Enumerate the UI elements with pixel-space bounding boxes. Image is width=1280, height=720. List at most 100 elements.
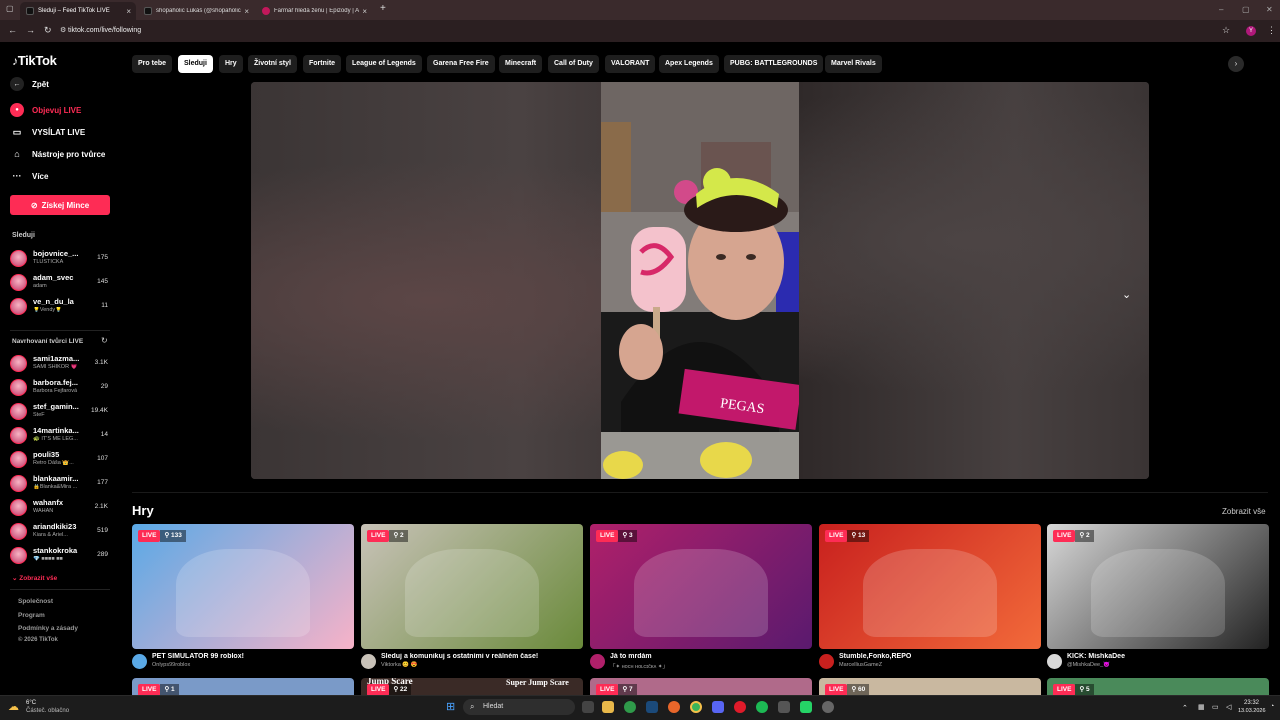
category-chip[interactable]: Sleduji [178, 55, 213, 73]
live-card-info[interactable]: Já to mrdám 「✦ ʜᴏᴄʜ ʜᴏʟᴄɪčᴋᴀ ✦」 [590, 652, 812, 672]
bookmark-star-icon[interactable]: ☆ [1222, 25, 1230, 36]
browser-menu-icon[interactable]: ▢ [6, 4, 14, 13]
live-card-info[interactable]: KICK: MishkaDee @MishkaDee_😈 [1047, 652, 1269, 672]
games-show-all-link[interactable]: Zobrazit vše [1222, 507, 1266, 516]
forward-icon[interactable]: → [26, 25, 35, 35]
account-subtitle: adam [33, 283, 47, 289]
account-item[interactable]: bojovnice_... TLUSTIČKA 175 [10, 248, 110, 270]
opera-icon[interactable] [734, 701, 746, 713]
category-chip[interactable]: PUBG: BATTLEGROUNDS [724, 55, 824, 73]
category-chip[interactable]: Hry [219, 55, 243, 73]
site-info-icon[interactable]: ⚙ [60, 26, 66, 34]
new-tab-button[interactable]: + [380, 3, 386, 14]
category-chip[interactable]: Životní styl [248, 55, 297, 73]
live-card[interactable]: Jump Scare Super Jump Scare LIVE ⚲ 22 [361, 678, 583, 695]
firefox-icon[interactable] [668, 701, 680, 713]
tab-following-feed[interactable]: Sleduji – Feed TikTok LIVE × [20, 2, 136, 20]
app-icon[interactable] [778, 701, 790, 713]
live-card[interactable]: LIVE ⚲ 7 [590, 678, 812, 695]
category-chip[interactable]: League of Legends [346, 55, 422, 73]
discord-icon[interactable] [712, 701, 724, 713]
volume-icon[interactable]: ◁ [1226, 703, 1231, 711]
chevron-right-icon[interactable]: › [1228, 56, 1244, 72]
live-card-info[interactable]: PET SIMULATOR 99 roblox! Onlyps99roblox [132, 652, 354, 672]
category-chip[interactable]: VALORANT [605, 55, 656, 73]
live-stream-video[interactable]: PEGAS [601, 82, 799, 479]
task-view-icon[interactable] [582, 701, 594, 713]
category-chip[interactable]: Garena Free Fire [427, 55, 495, 73]
show-all-link[interactable]: ⌄ Zobrazit vše [12, 574, 57, 582]
spotify-icon[interactable] [756, 701, 768, 713]
tiktok-logo[interactable]: ♪TikTok [12, 53, 57, 68]
notification-icon[interactable]: ◔ [1270, 703, 1274, 710]
category-chip[interactable]: Minecraft [499, 55, 543, 73]
weather-icon[interactable]: ☁ [8, 700, 19, 713]
account-item[interactable]: pouli35 Retro Dáša 👑... 107 [10, 449, 110, 471]
account-item[interactable]: stankokroka 💎 ■■■■ ■■ 289 [10, 545, 110, 567]
file-explorer-icon[interactable] [602, 701, 614, 713]
nav-creator-tools[interactable]: ⌂ Nástroje pro tvůrce [10, 147, 105, 161]
account-item[interactable]: sami1azma... SAMI SHIKOR 💗 3.1K [10, 353, 110, 375]
steam-icon[interactable] [646, 701, 658, 713]
account-item[interactable]: blankaamir... 🔒Blanka&Mira ... 177 [10, 473, 110, 495]
account-item[interactable]: ariandkiki23 Kiara & Ariel... 519 [10, 521, 110, 543]
windows-start-icon[interactable]: ⊞ [446, 700, 455, 713]
tray-apps-icon[interactable]: ▦ [1198, 703, 1205, 711]
category-chip[interactable]: Marvel Rivals [825, 55, 882, 73]
tray-chevron-icon[interactable]: ⌃ [1182, 704, 1188, 712]
account-item[interactable]: stef_gamin... SteF 19.4K [10, 401, 110, 423]
live-player[interactable]: PEGAS [251, 82, 1149, 479]
clock-time[interactable]: 23:32 [1244, 700, 1259, 706]
live-card[interactable]: LIVE ⚲ 133 [132, 524, 354, 649]
taskbar-search[interactable]: ⌕ Hledat [463, 699, 575, 715]
live-card[interactable]: LIVE ⚲ 2 [361, 524, 583, 649]
close-icon[interactable]: × [126, 7, 131, 16]
whatsapp-icon[interactable] [800, 701, 812, 713]
account-name: bojovnice_... [33, 249, 79, 258]
category-chip[interactable]: Pro tebe [132, 55, 173, 73]
live-card[interactable]: LIVE ⚲ 2 [1047, 524, 1269, 649]
footer-terms-link[interactable]: Podmínky a zásady [18, 625, 78, 632]
live-card[interactable]: LIVE ⚲ 13 [819, 524, 1041, 649]
url-field[interactable]: tiktok.com/live/following [68, 24, 1218, 38]
category-chip[interactable]: Fortnite [303, 55, 342, 73]
network-icon[interactable]: ▭ [1212, 703, 1219, 711]
account-item[interactable]: ve_n_du_la 💡Vendy💡 11 [10, 296, 110, 318]
nav-more[interactable]: ··· Více [10, 169, 49, 183]
close-window-icon[interactable]: ✕ [1266, 5, 1273, 14]
back-icon[interactable]: ← [8, 25, 17, 35]
category-chip[interactable]: Apex Legends [659, 55, 719, 73]
live-card-info[interactable]: Stumble,Fonko,REPO MarcelliusGameZ [819, 652, 1041, 672]
live-card-info[interactable]: Sleduj a komunikuj s ostatními v reálném… [361, 652, 583, 672]
account-item[interactable]: 14martinka... 🐢 IT'S ME LEG... 14 [10, 425, 110, 447]
nav-discover-live[interactable]: ● Objevuj LIVE [10, 103, 81, 117]
live-card[interactable]: LIVE ⚲ 60 [819, 678, 1041, 695]
live-card[interactable]: LIVE ⚲ 1 [132, 678, 354, 695]
refresh-icon[interactable]: ↻ [101, 336, 108, 345]
browser-menu-dots-icon[interactable]: ⋮ [1267, 25, 1276, 36]
account-item[interactable]: adam_svec adam 145 [10, 272, 110, 294]
profile-avatar[interactable]: Y [1246, 26, 1256, 36]
tab-shopaholic[interactable]: shopaholic Lukáš (@shopaholic × [138, 2, 254, 20]
footer-company-link[interactable]: Společnost [18, 598, 53, 605]
reload-icon[interactable]: ↻ [44, 25, 52, 36]
get-coins-button[interactable]: ⊘ Získej Mince [10, 195, 110, 215]
minimize-icon[interactable]: – [1219, 5, 1223, 14]
category-chip[interactable]: Call of Duty [548, 55, 599, 73]
account-item[interactable]: barbora.fej... Barbora Fejfarová 29 [10, 377, 110, 399]
settings-icon[interactable] [822, 701, 834, 713]
account-item[interactable]: wahanfx WAHAN 2.1K [10, 497, 110, 519]
tab-farmar[interactable]: Farmář hledá ženu | Epizody | A × [256, 2, 372, 20]
clock-date[interactable]: 13.03.2026 [1238, 708, 1266, 714]
live-card[interactable]: LIVE ⚲ 5 [1047, 678, 1269, 695]
chevron-down-icon[interactable]: ⌄ [1122, 288, 1131, 301]
live-card[interactable]: LIVE ⚲ 3 [590, 524, 812, 649]
footer-program-link[interactable]: Program [18, 612, 45, 619]
chrome-active-icon[interactable] [690, 701, 702, 713]
close-icon[interactable]: × [244, 7, 249, 16]
close-icon[interactable]: × [362, 7, 367, 16]
back-button[interactable]: ← Zpět [10, 77, 49, 91]
chrome-icon[interactable] [624, 701, 636, 713]
nav-go-live[interactable]: ▭ VYSÍLAT LIVE [10, 125, 85, 139]
maximize-icon[interactable]: ▢ [1242, 5, 1250, 14]
